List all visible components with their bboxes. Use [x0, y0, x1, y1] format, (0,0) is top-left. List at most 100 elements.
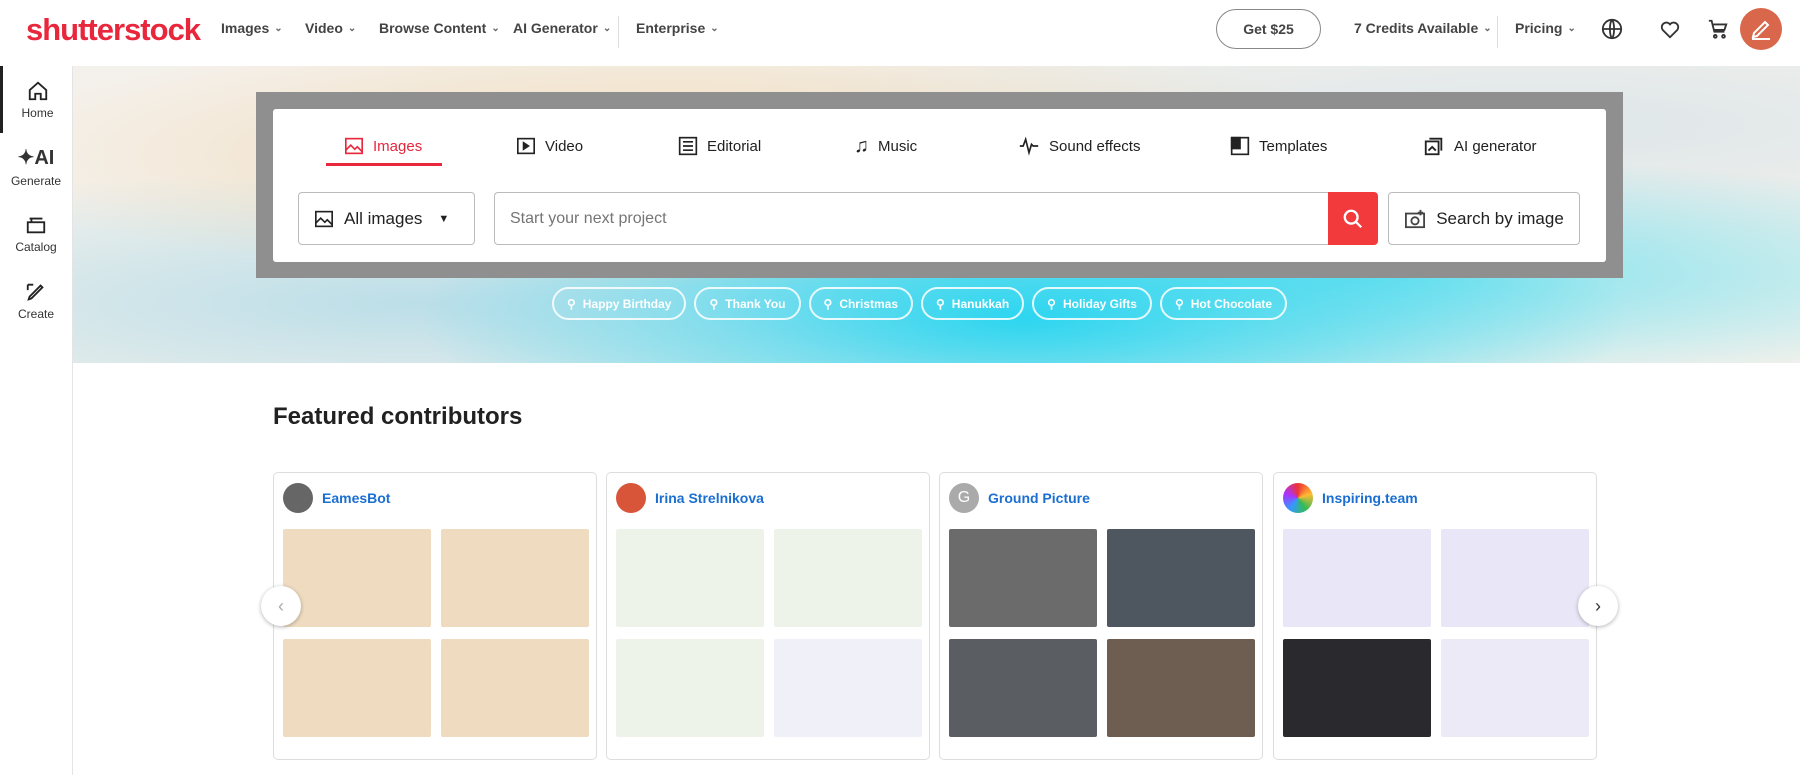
search-panel: Images Video Editorial ♫ Music Sound effe…: [273, 109, 1606, 262]
search-icon: ⚲: [1047, 296, 1056, 311]
templates-icon: [1230, 136, 1250, 156]
thumbnail[interactable]: [441, 639, 589, 737]
nav-browse-content[interactable]: Browse Content ⌄: [379, 20, 500, 36]
tab-label: Templates: [1259, 137, 1328, 155]
waveform-icon: [1019, 136, 1039, 156]
active-tab-indicator: [326, 163, 442, 166]
user-avatar[interactable]: [1740, 8, 1782, 50]
tab-sound-effects[interactable]: Sound effects: [1018, 131, 1140, 161]
chevron-left-icon: ‹: [278, 595, 284, 616]
chip-label: Holiday Gifts: [1062, 296, 1137, 311]
nav-label: Browse Content: [379, 20, 487, 36]
tab-images[interactable]: Images: [344, 131, 422, 161]
thumbnail[interactable]: [441, 529, 589, 627]
thumbnail[interactable]: [1441, 639, 1589, 737]
suggestion-chip[interactable]: ⚲ Thank You: [694, 287, 801, 320]
ai-generator-icon: [1424, 137, 1443, 156]
sidebar-label: Generate: [10, 174, 62, 188]
suggestion-chip[interactable]: ⚲ Holiday Gifts: [1032, 287, 1152, 320]
sidebar-item-catalog[interactable]: Catalog: [0, 200, 72, 267]
search-icon: ⚲: [567, 296, 576, 311]
search-input[interactable]: [494, 192, 1328, 245]
contributor-card[interactable]: EamesBot: [273, 472, 597, 760]
contributor-name[interactable]: EamesBot: [322, 490, 390, 506]
home-icon: [28, 81, 47, 100]
shutterstock-logo[interactable]: shutterstock: [26, 12, 201, 48]
video-icon: [517, 137, 535, 155]
thumbnail[interactable]: [949, 529, 1097, 627]
tab-label: AI generator: [1454, 137, 1537, 155]
music-icon: ♫: [854, 134, 869, 157]
chip-label: Happy Birthday: [582, 296, 672, 311]
search-by-image-button[interactable]: Search by image: [1388, 192, 1580, 245]
tab-video[interactable]: Video: [516, 131, 583, 161]
credits-label: 7 Credits Available: [1354, 20, 1479, 36]
search-button[interactable]: [1328, 192, 1378, 245]
globe-icon[interactable]: [1599, 16, 1625, 42]
thumbnail[interactable]: [1441, 529, 1589, 627]
contributor-name[interactable]: Irina Strelnikova: [655, 490, 764, 506]
image-icon: [345, 137, 363, 155]
nav-ai-generator[interactable]: AI Generator ⌄: [513, 20, 611, 36]
tab-templates[interactable]: Templates: [1230, 131, 1327, 161]
nav-enterprise[interactable]: Enterprise ⌄: [636, 20, 719, 36]
tab-editorial[interactable]: Editorial: [678, 131, 761, 161]
contributor-name[interactable]: Inspiring.team: [1322, 490, 1418, 506]
chevron-down-icon: ⌄: [491, 22, 500, 34]
dropdown-value: All images: [344, 208, 423, 228]
thumbnail[interactable]: [616, 529, 764, 627]
heart-icon[interactable]: [1657, 16, 1683, 42]
suggestion-chip[interactable]: ⚲ Hot Chocolate: [1159, 287, 1288, 320]
thumbnail[interactable]: [774, 639, 922, 737]
chevron-right-icon: ›: [1595, 595, 1601, 616]
suggestion-chip[interactable]: ⚲ Christmas: [808, 287, 913, 320]
carousel-next-button[interactable]: ›: [1578, 586, 1618, 626]
contributor-card[interactable]: Irina Strelnikova: [606, 472, 930, 760]
search-icon: ⚲: [709, 296, 719, 311]
sidebar-item-home[interactable]: Home: [0, 66, 72, 133]
tab-label: Sound effects: [1049, 137, 1141, 155]
thumbnail[interactable]: [1283, 529, 1431, 627]
suggestion-chips: ⚲ Happy Birthday ⚲ Thank You ⚲ Christmas ⚲ H…: [552, 287, 1288, 320]
contributor-name[interactable]: Ground Picture: [988, 490, 1090, 506]
tab-label: Video: [545, 137, 584, 155]
divider: [618, 16, 619, 48]
cart-icon[interactable]: [1705, 16, 1731, 42]
thumbnail[interactable]: [1283, 639, 1431, 737]
divider: [1497, 16, 1498, 48]
image-type-dropdown[interactable]: All images ▼: [298, 192, 475, 245]
thumbnail[interactable]: [616, 639, 764, 737]
caret-down-icon: ▼: [438, 212, 450, 225]
contributor-card[interactable]: G Ground Picture: [939, 472, 1263, 760]
tab-music[interactable]: ♫ Music: [854, 131, 917, 161]
pricing-label: Pricing: [1515, 20, 1563, 36]
nav-video[interactable]: Video ⌄: [305, 20, 356, 36]
sidebar-item-create[interactable]: Create: [0, 267, 72, 334]
sidebar-item-generate[interactable]: ✦AI Generate: [0, 133, 72, 200]
section-title: Featured contributors: [273, 403, 523, 430]
thumbnail[interactable]: [774, 529, 922, 627]
get-25-button[interactable]: Get $25: [1216, 9, 1321, 49]
chip-label: Hot Chocolate: [1190, 296, 1273, 311]
thumbnail[interactable]: [283, 639, 431, 737]
contributor-avatar: [1283, 483, 1313, 513]
credits-dropdown[interactable]: 7 Credits Available ⌄: [1354, 20, 1492, 36]
nav-label: Enterprise: [636, 20, 706, 36]
nav-label: AI Generator: [513, 20, 598, 36]
left-sidebar: Home ✦AI Generate Catalog Create: [0, 66, 73, 775]
suggestion-chip[interactable]: ⚲ Happy Birthday: [552, 287, 687, 320]
tab-ai-generator[interactable]: AI generator: [1423, 131, 1537, 161]
thumbnail[interactable]: [949, 639, 1097, 737]
pricing-dropdown[interactable]: Pricing ⌄: [1515, 20, 1576, 36]
thumbnail[interactable]: [1107, 529, 1255, 627]
nav-images[interactable]: Images ⌄: [221, 20, 283, 36]
chevron-down-icon: ⌄: [274, 22, 283, 34]
chip-label: Thank You: [725, 296, 786, 311]
image-icon: [315, 210, 333, 227]
carousel-prev-button[interactable]: ‹: [261, 586, 301, 626]
thumbnail[interactable]: [283, 529, 431, 627]
thumbnail[interactable]: [1107, 639, 1255, 737]
contributor-card[interactable]: Inspiring.team: [1273, 472, 1597, 760]
suggestion-chip[interactable]: ⚲ Hanukkah: [921, 287, 1025, 320]
search-icon: ⚲: [823, 296, 833, 311]
